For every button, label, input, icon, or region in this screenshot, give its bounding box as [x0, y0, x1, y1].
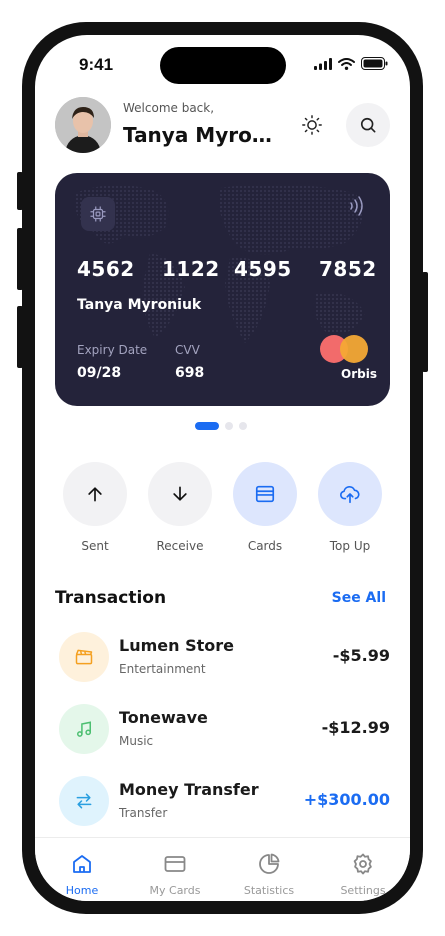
card-holder-name: Tanya Myroniuk	[77, 297, 202, 313]
status-icons	[314, 57, 388, 70]
action-label: Receive	[156, 539, 204, 553]
transaction-category: Entertainment	[119, 662, 206, 676]
transaction-name: Lumen Store	[119, 636, 234, 655]
arrow-up-icon	[88, 487, 102, 502]
signal-icon	[314, 57, 332, 70]
transaction-category: Music	[119, 734, 154, 748]
nav-label: Statistics	[243, 884, 295, 897]
transaction-amount: +$300.00	[303, 790, 390, 809]
arrow-down-icon	[173, 486, 187, 501]
cloud-upload-icon	[340, 485, 360, 504]
action-label: Top Up	[329, 539, 371, 553]
nav-home[interactable]: Home	[42, 852, 122, 897]
carousel-dot[interactable]	[239, 422, 247, 430]
carousel-dot-active[interactable]	[195, 422, 219, 430]
pie-chart-icon	[259, 853, 280, 874]
action-cards[interactable]: Cards	[233, 462, 297, 553]
contactless-icon	[350, 196, 363, 216]
search-button[interactable]	[346, 103, 390, 147]
clapperboard-icon	[75, 649, 93, 665]
nav-settings[interactable]: Settings	[323, 852, 403, 897]
battery-icon	[361, 57, 388, 70]
avatar[interactable]	[55, 97, 111, 153]
transaction-row[interactable]: Money Transfer Transfer +$300.00	[59, 776, 390, 828]
nav-statistics[interactable]: Statistics	[229, 852, 309, 897]
nav-label: Settings	[340, 884, 386, 897]
card-number-group: 4595	[234, 257, 292, 281]
transaction-category: Transfer	[119, 806, 168, 820]
transaction-amount: -$12.99	[321, 718, 390, 737]
action-label: Sent	[81, 539, 109, 553]
transaction-name: Money Transfer	[119, 780, 259, 799]
sun-icon	[302, 115, 322, 135]
action-top-up[interactable]: Top Up	[318, 462, 382, 553]
action-sent[interactable]: Sent	[63, 462, 127, 553]
carousel-dot[interactable]	[225, 422, 233, 430]
theme-toggle-button[interactable]	[290, 103, 334, 147]
chip-icon	[81, 197, 115, 231]
nav-label: Home	[65, 884, 99, 897]
status-time: 9:41	[79, 55, 114, 74]
card-number-group: 4562	[77, 257, 135, 281]
wifi-icon	[338, 57, 355, 70]
transactions-heading: Transaction	[55, 588, 167, 608]
nav-my-cards[interactable]: My Cards	[135, 852, 215, 897]
dynamic-island	[160, 47, 286, 84]
transaction-name: Tonewave	[119, 708, 208, 727]
cvv-value: 698	[175, 365, 205, 381]
home-icon	[73, 855, 91, 873]
payment-card[interactable]: 4562 1122 4595 7852 Tanya Myroniuk Expir…	[55, 173, 390, 406]
action-receive[interactable]: Receive	[148, 462, 212, 553]
phone-screen: 9:41 Welcome back, Tanya Myroniuk 4562 1…	[35, 35, 410, 901]
user-name: Tanya Myroniuk	[123, 123, 285, 147]
search-icon	[360, 117, 376, 133]
gear-icon	[353, 853, 372, 875]
card-brand-logo-right	[340, 335, 368, 363]
wallet-icon	[255, 485, 275, 503]
card-number-group: 1122	[162, 257, 220, 281]
expiry-value: 09/28	[77, 365, 122, 381]
transaction-row[interactable]: Lumen Store Entertainment -$5.99	[59, 632, 390, 684]
welcome-text: Welcome back,	[123, 101, 215, 115]
expiry-label: Expiry Date	[77, 343, 148, 357]
carousel-indicator	[195, 422, 247, 430]
transfer-arrows-icon	[76, 793, 92, 809]
bottom-nav: Home My Cards Statistics Settings	[35, 837, 410, 901]
credit-card-icon	[164, 856, 186, 872]
transaction-row[interactable]: Tonewave Music -$12.99	[59, 704, 390, 756]
cvv-label: CVV	[175, 343, 200, 357]
action-label: Cards	[247, 539, 283, 553]
nav-label: My Cards	[149, 884, 201, 897]
card-brand-name: Orbis	[341, 367, 377, 381]
transaction-amount: -$5.99	[332, 646, 390, 665]
music-note-icon	[77, 721, 91, 737]
card-number-group: 7852	[319, 257, 377, 281]
see-all-link[interactable]: See All	[332, 590, 386, 606]
